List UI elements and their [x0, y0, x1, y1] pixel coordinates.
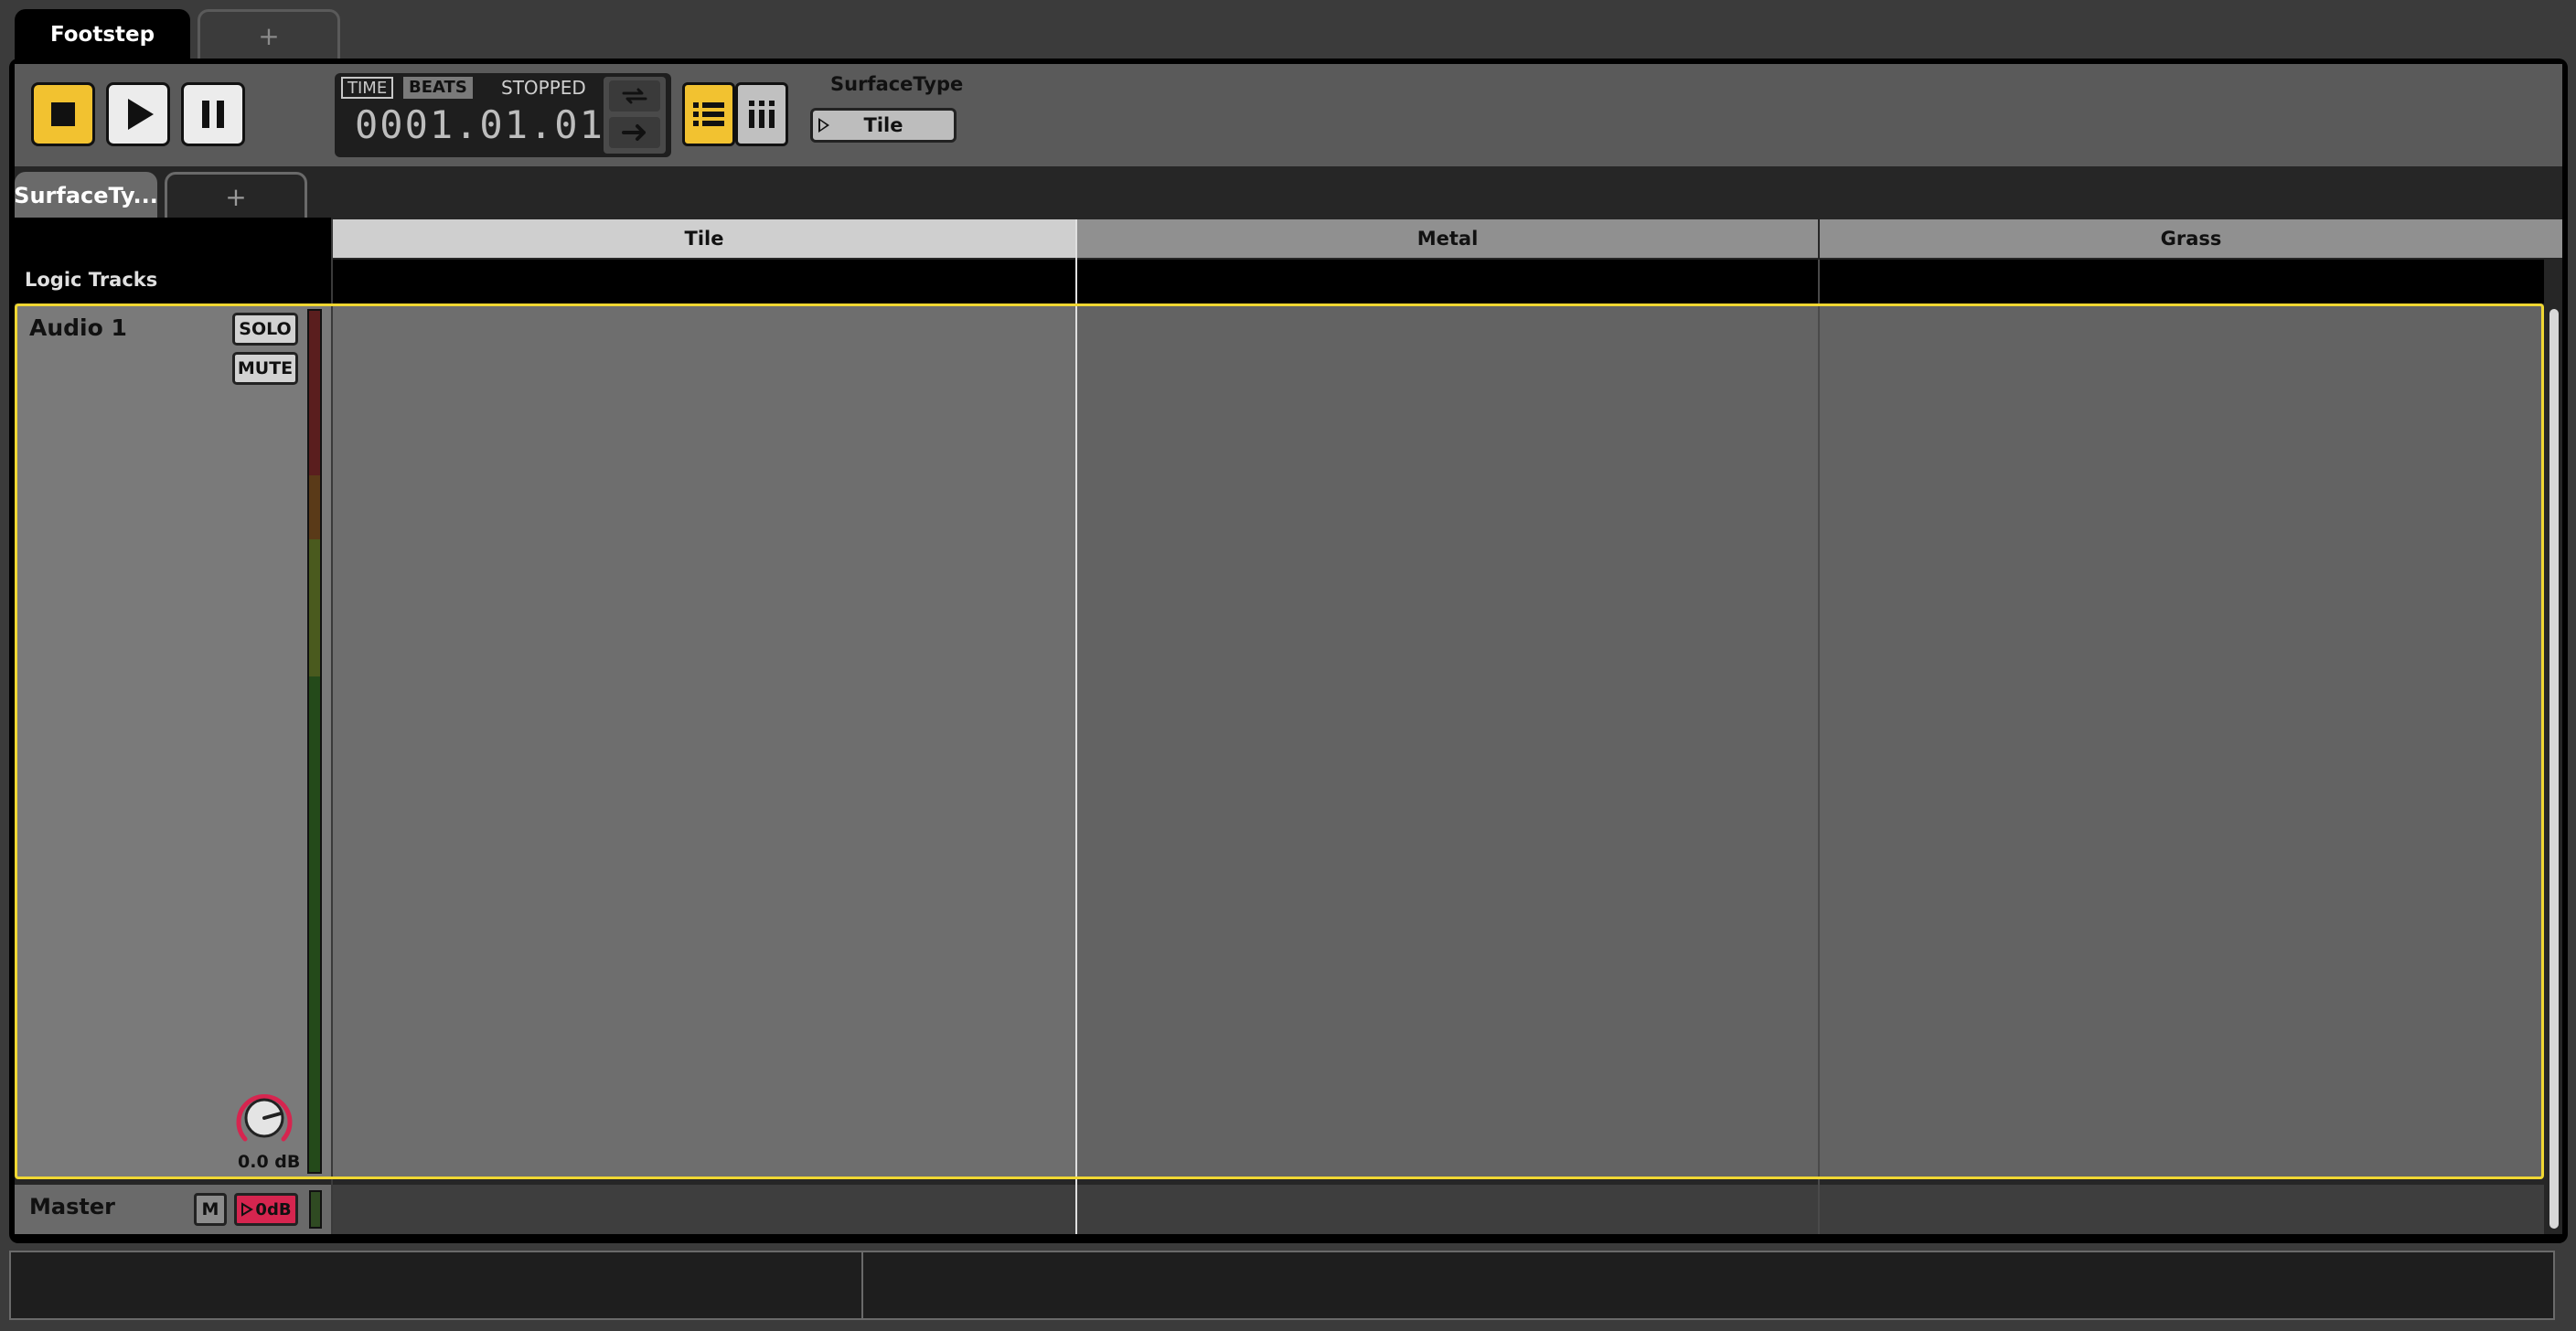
- master-mute-button[interactable]: M: [194, 1193, 227, 1226]
- bottom-panel: [9, 1251, 2555, 1320]
- column-header-label: Grass: [2160, 228, 2222, 250]
- column-header-label: Metal: [1416, 228, 1479, 250]
- plus-icon: +: [225, 182, 247, 212]
- parameter-label: SurfaceType: [830, 73, 964, 95]
- add-parameter-tab-button[interactable]: +: [165, 172, 307, 219]
- master-cell-grass: [1820, 1185, 2544, 1234]
- logic-tracks-label: Logic Tracks: [25, 269, 158, 291]
- play-parameter-icon[interactable]: [818, 118, 829, 133]
- selected-track-outline: [15, 303, 2544, 1179]
- pause-button[interactable]: [181, 82, 245, 146]
- column-header-tile[interactable]: Tile: [333, 219, 1075, 258]
- arrow-right-icon: [622, 124, 646, 141]
- column-header-label: Tile: [684, 228, 724, 250]
- doc-tab-footstep[interactable]: Footstep: [15, 9, 190, 60]
- master-cell-tile: [333, 1185, 1075, 1234]
- play-button[interactable]: [106, 82, 170, 146]
- grid-view-button[interactable]: [735, 82, 788, 146]
- loop-button[interactable]: [609, 80, 660, 112]
- bottom-panel-divider[interactable]: [861, 1252, 863, 1318]
- logic-cell-grass[interactable]: [1820, 260, 2544, 303]
- column-header-grass[interactable]: Grass: [1820, 219, 2562, 258]
- add-doc-tab-button[interactable]: +: [198, 9, 340, 60]
- parameter-value: Tile: [863, 114, 903, 136]
- pause-icon: [202, 101, 224, 128]
- transport-position: 0001.01.01: [355, 102, 604, 147]
- oneshot-button[interactable]: [609, 117, 660, 148]
- header-spacer: [15, 218, 331, 260]
- parameter-tab-label: SurfaceTy...: [14, 183, 158, 208]
- beats-mode-toggle[interactable]: BEATS: [403, 77, 473, 99]
- plus-icon: +: [258, 21, 280, 51]
- transport-status: STOPPED: [501, 77, 586, 99]
- doc-tab-label: Footstep: [49, 23, 155, 47]
- time-mode-toggle[interactable]: TIME: [341, 77, 394, 99]
- list-view-button[interactable]: [682, 82, 735, 146]
- master-volume-control[interactable]: 0dB: [234, 1193, 298, 1226]
- master-level-meter: [309, 1190, 322, 1229]
- grid-view-icon: [749, 101, 775, 128]
- stop-icon: [51, 102, 75, 126]
- logic-cell-tile[interactable]: [333, 260, 1075, 303]
- logic-cell-metal[interactable]: [1077, 260, 1818, 303]
- play-small-icon: [241, 1202, 254, 1217]
- loop-icon: [622, 88, 647, 104]
- scrollbar-thumb[interactable]: [2549, 309, 2559, 1229]
- master-cell-metal: [1077, 1185, 1818, 1234]
- stop-button[interactable]: [31, 82, 95, 146]
- column-header-metal[interactable]: Metal: [1077, 219, 1818, 258]
- list-view-icon: [693, 102, 724, 126]
- parameter-tab-surfacetype[interactable]: SurfaceTy...: [14, 172, 158, 219]
- play-icon: [128, 99, 154, 130]
- master-track-name: Master: [29, 1194, 115, 1219]
- master-volume-label: 0dB: [255, 1199, 292, 1219]
- parameter-value-field[interactable]: Tile: [810, 108, 957, 143]
